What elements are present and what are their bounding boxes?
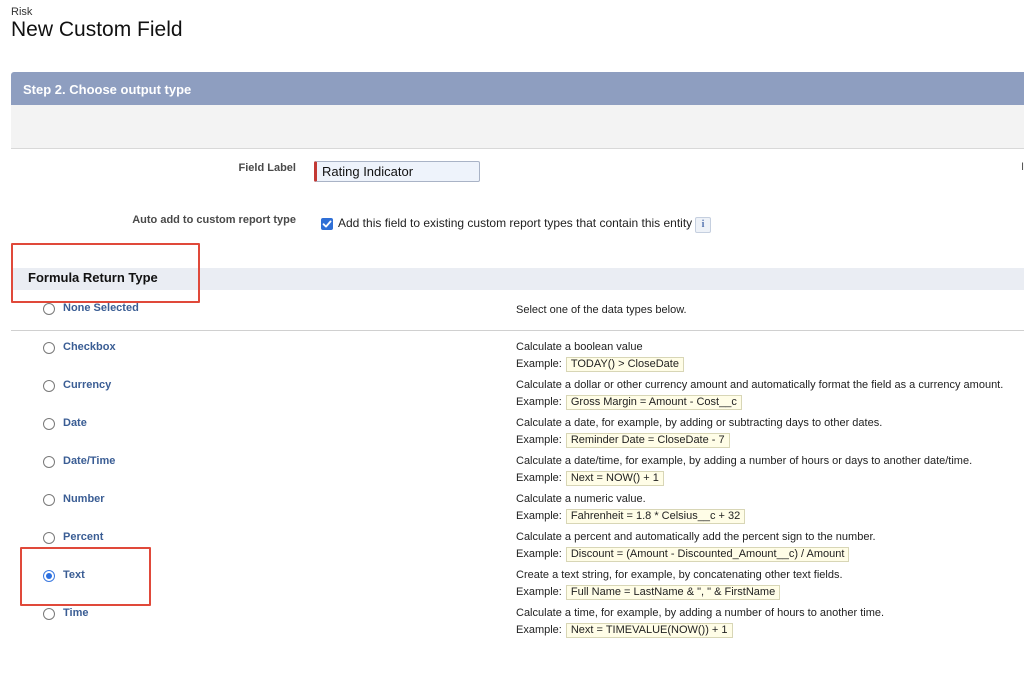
return-type-label-date[interactable]: Date: [63, 417, 87, 429]
return-type-description: Select one of the data types below.: [516, 304, 687, 316]
example-label: Example:: [516, 624, 562, 636]
radio-checkbox[interactable]: [43, 342, 55, 354]
example-code: Full Name = LastName & ", " & FirstName: [565, 585, 781, 600]
example-code: Fahrenheit = 1.8 * Celsius__c + 32: [565, 509, 746, 524]
radio-currency[interactable]: [43, 380, 55, 392]
example-row: Example: Full Name = LastName & ", " & Fi…: [516, 585, 781, 600]
info-icon[interactable]: i: [695, 217, 711, 233]
example-code: Gross Margin = Amount - Cost__c: [565, 395, 742, 410]
example-row: Example: TODAY() > CloseDate: [516, 357, 684, 372]
field-label-input[interactable]: [314, 161, 480, 182]
example-row: Example: Next = NOW() + 1: [516, 471, 664, 486]
radio-text[interactable]: [43, 570, 55, 582]
auto-add-text: Add this field to existing custom report…: [338, 216, 693, 230]
toolbar-band: [11, 105, 1024, 148]
return-type-label-checkbox[interactable]: Checkbox: [63, 341, 116, 353]
example-code: Reminder Date = CloseDate - 7: [565, 433, 730, 448]
step-title: Step 2. Choose output type: [23, 82, 192, 97]
auto-add-checkbox[interactable]: [321, 218, 333, 230]
return-type-description: Calculate a date/time, for example, by a…: [516, 455, 973, 467]
checkmark-icon: [322, 220, 332, 228]
example-row: Example: Gross Margin = Amount - Cost__c: [516, 395, 742, 410]
example-label: Example:: [516, 586, 562, 598]
example-label: Example:: [516, 434, 562, 446]
return-type-label-number[interactable]: Number: [63, 493, 105, 505]
example-label: Example:: [516, 358, 562, 370]
return-type-label-none-selected[interactable]: None Selected: [63, 302, 139, 314]
radio-date[interactable]: [43, 418, 55, 430]
divider: [11, 330, 1024, 331]
page-title: New Custom Field: [11, 18, 183, 41]
divider: [11, 148, 1024, 149]
breadcrumb: Risk: [11, 6, 33, 18]
return-type-label-time[interactable]: Time: [63, 607, 88, 619]
example-code: Next = TIMEVALUE(NOW()) + 1: [565, 623, 733, 638]
radio-percent[interactable]: [43, 532, 55, 544]
example-row: Example: Next = TIMEVALUE(NOW()) + 1: [516, 623, 733, 638]
return-type-description: Calculate a date, for example, by adding…: [516, 417, 883, 429]
return-type-description: Calculate a boolean value: [516, 341, 643, 353]
section-title: Formula Return Type: [28, 270, 158, 285]
custom-field-panel: Step 2. Choose output type Field Label I…: [11, 72, 1024, 673]
return-type-label-percent[interactable]: Percent: [63, 531, 103, 543]
example-code: Next = NOW() + 1: [565, 471, 664, 486]
return-type-label-currency[interactable]: Currency: [63, 379, 111, 391]
example-code: Discount = (Amount - Discounted_Amount__…: [565, 547, 850, 562]
return-type-description: Calculate a dollar or other currency amo…: [516, 379, 1004, 391]
auto-add-label: Auto add to custom report type: [132, 214, 296, 226]
field-label-label: Field Label: [238, 162, 296, 174]
step-header: Step 2. Choose output type: [11, 72, 1024, 105]
section-header: [11, 268, 1024, 290]
return-type-description: Calculate a numeric value.: [516, 493, 646, 505]
radio-time[interactable]: [43, 608, 55, 620]
example-code: TODAY() > CloseDate: [565, 357, 684, 372]
example-row: Example: Fahrenheit = 1.8 * Celsius__c + …: [516, 509, 746, 524]
return-type-label-date-time[interactable]: Date/Time: [63, 455, 115, 467]
return-type-label-text[interactable]: Text: [63, 569, 85, 581]
example-label: Example:: [516, 510, 562, 522]
return-type-description: Calculate a percent and automatically ad…: [516, 531, 876, 543]
radio-none-selected[interactable]: [43, 303, 55, 315]
example-row: Example: Reminder Date = CloseDate - 7: [516, 433, 730, 448]
example-row: Example: Discount = (Amount - Discounted_…: [516, 547, 850, 562]
radio-date-time[interactable]: [43, 456, 55, 468]
example-label: Example:: [516, 396, 562, 408]
return-type-description: Calculate a time, for example, by adding…: [516, 607, 885, 619]
example-label: Example:: [516, 548, 562, 560]
return-type-description: Create a text string, for example, by co…: [516, 569, 843, 581]
example-label: Example:: [516, 472, 562, 484]
radio-number[interactable]: [43, 494, 55, 506]
